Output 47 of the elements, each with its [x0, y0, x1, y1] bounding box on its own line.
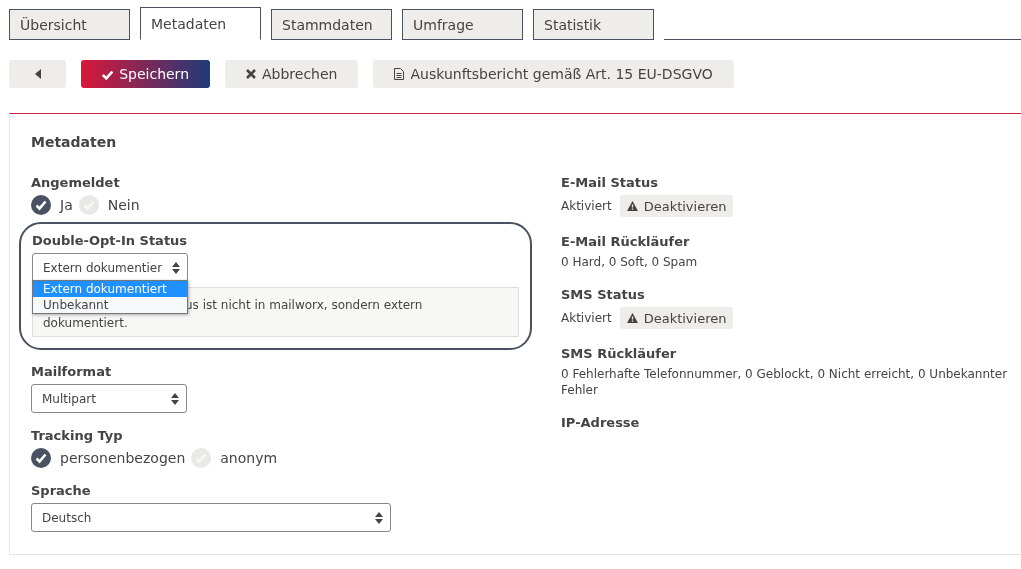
field-label: Angemeldet	[31, 175, 121, 190]
field-label: IP-Adresse	[561, 415, 641, 430]
radio-label[interactable]: Nein	[107, 197, 140, 213]
checkmark-icon	[102, 68, 114, 80]
checked-circle-icon[interactable]	[31, 195, 51, 215]
field-value: 0 Fehlerhafte Telefonnummer, 0 Geblockt, 0 Nicht erreicht, 0 Unbekannter Fehler	[561, 366, 1009, 398]
close-icon	[246, 69, 256, 79]
tab[interactable]: Statistik	[533, 9, 654, 40]
sort-arrows-icon	[375, 511, 383, 524]
field-label: E-Mail Status	[561, 175, 659, 190]
radio-label[interactable]: Ja	[60, 197, 73, 213]
checked-circle-icon[interactable]	[31, 448, 51, 468]
field-label: Tracking Typ	[31, 428, 124, 443]
caret-left-icon	[34, 69, 41, 79]
save-button[interactable]: Speichern	[81, 60, 210, 88]
select-field[interactable]: Extern dokumentier	[32, 253, 188, 282]
report-button[interactable]: Auskunftsbericht gemäß Art. 15 EU-DSGVO	[373, 60, 734, 88]
warning-icon	[626, 313, 638, 323]
status-value: Aktiviert	[561, 198, 612, 214]
sort-arrows-icon	[172, 261, 180, 274]
field-label: E-Mail Rückläufer	[561, 234, 691, 249]
cancel-button[interactable]: Abbrechen	[225, 60, 359, 88]
select-field[interactable]: Multipart	[31, 384, 187, 413]
field-label: Sprache	[31, 483, 92, 498]
tab[interactable]: Übersicht	[9, 9, 130, 40]
radio-label[interactable]: anonym	[220, 450, 278, 466]
unchecked-circle-icon[interactable]	[78, 195, 99, 215]
field-label: SMS Rückläufer	[561, 346, 678, 361]
tab[interactable]: Metadaten	[140, 7, 261, 40]
unchecked-circle-icon[interactable]	[191, 448, 212, 468]
deactivate-button[interactable]: Deaktivieren	[619, 307, 734, 329]
field-value: 0 Hard, 0 Soft, 0 Spam	[561, 254, 699, 270]
field-label: Mailformat	[31, 364, 113, 379]
dropdown-option[interactable]: Unbekannt	[33, 297, 187, 313]
tab[interactable]: Stammdaten	[271, 9, 392, 40]
select-field[interactable]: Deutsch	[31, 503, 391, 532]
tab[interactable]: Umfrage	[402, 9, 523, 40]
warning-icon	[626, 201, 638, 211]
panel-title: Metadaten	[31, 134, 118, 150]
back-button[interactable]	[9, 60, 66, 88]
field-label: SMS Status	[561, 287, 646, 302]
sort-arrows-icon	[171, 392, 179, 405]
deactivate-button[interactable]: Deaktivieren	[619, 195, 734, 217]
status-value: Aktiviert	[561, 310, 612, 326]
document-icon	[394, 68, 405, 80]
field-label: Double-Opt-In Status	[32, 233, 189, 248]
radio-label[interactable]: personenbezogen	[60, 450, 186, 466]
